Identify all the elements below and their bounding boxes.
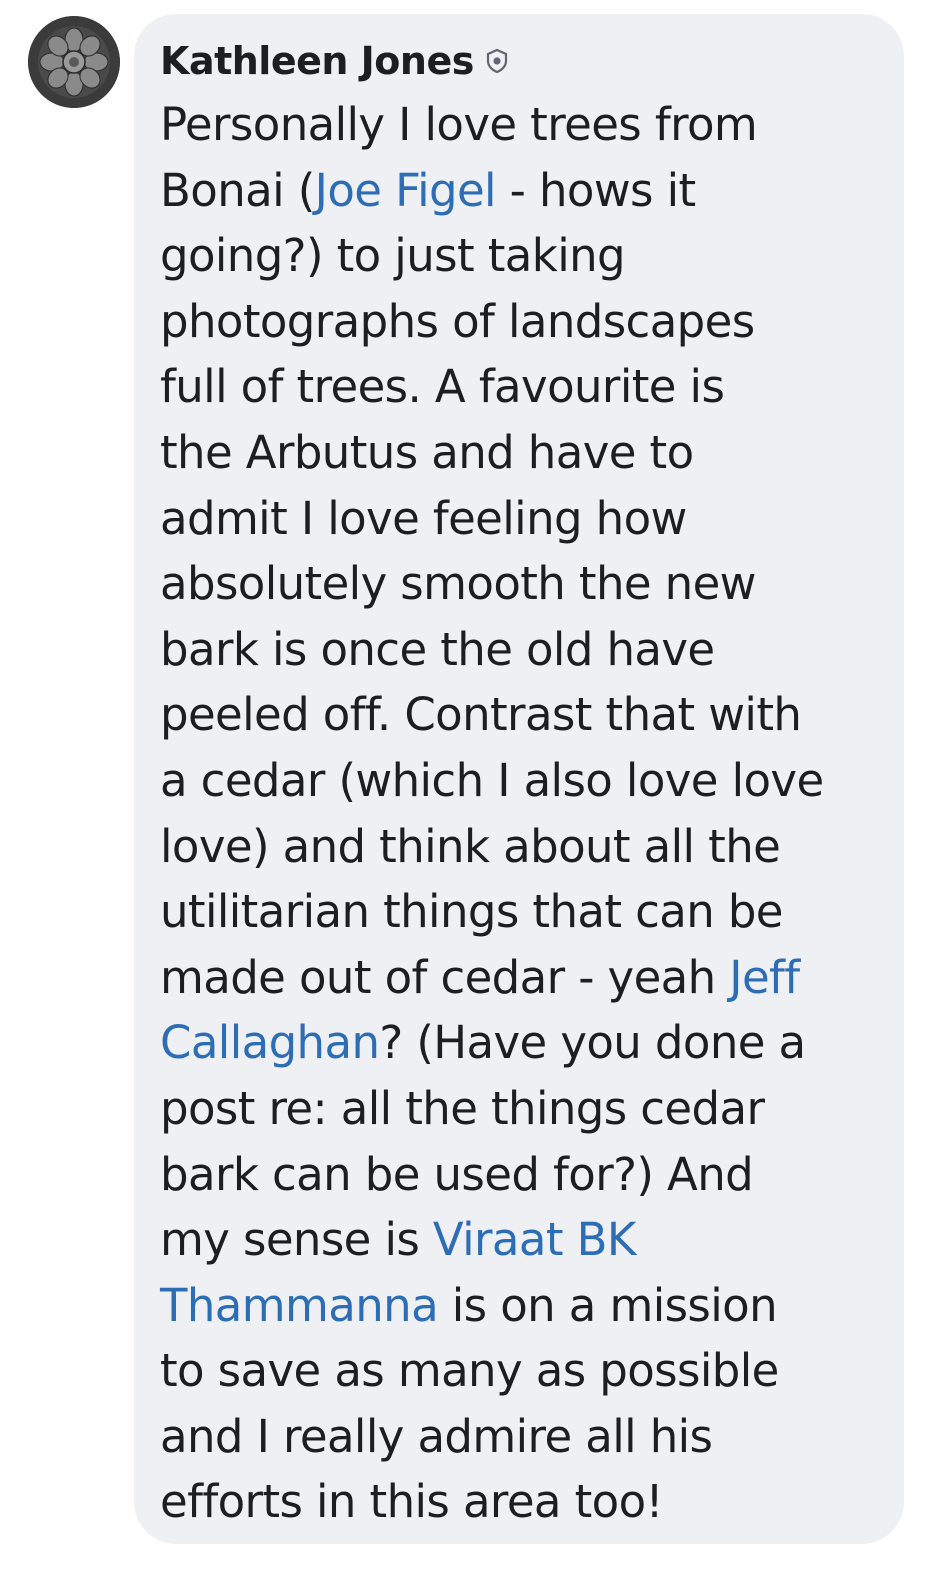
comment-text-segment: ? (Have you done a bbox=[379, 1016, 806, 1070]
comment-text-line: efforts in this area too! bbox=[160, 1469, 880, 1535]
comment-text-line: post re: all the things cedar bbox=[160, 1076, 880, 1142]
comment-text-segment: a cedar (which I also love love bbox=[160, 753, 824, 807]
mention-link[interactable]: Callaghan bbox=[160, 1016, 380, 1069]
author-name[interactable]: Kathleen Jones bbox=[160, 39, 474, 83]
comment-text-line: my sense is Viraat BK bbox=[160, 1207, 880, 1273]
comment-text-line: peeled off. Contrast that with bbox=[160, 682, 880, 748]
shield-badge-icon[interactable] bbox=[484, 48, 510, 74]
comment-text-line: love) and think about all the bbox=[160, 814, 880, 880]
comment-text-line: and I really admire all his bbox=[160, 1404, 880, 1470]
comment-text-segment: efforts in this area too! bbox=[160, 1475, 664, 1529]
comment-text-segment: peeled off. Contrast that with bbox=[160, 688, 802, 742]
mention-link[interactable]: Joe Figel bbox=[315, 164, 497, 217]
comment-text-segment: my sense is bbox=[160, 1213, 433, 1267]
comment-text-line: admit I love feeling how bbox=[160, 486, 880, 552]
comment-text-segment: Personally I love trees from bbox=[160, 98, 758, 151]
comment-text-line: a cedar (which I also love love bbox=[160, 748, 880, 814]
comment-text-segment: is on a mission bbox=[438, 1278, 778, 1332]
comment-text-line: Callaghan? (Have you done a bbox=[160, 1010, 880, 1076]
rosette-medallion-icon bbox=[28, 16, 120, 108]
comment-text-segment: bark is once the old have bbox=[160, 622, 715, 676]
comment-text-line: photographs of landscapes bbox=[160, 289, 880, 355]
comment-body: Personally I love trees from Bonai (Joe F… bbox=[160, 92, 880, 1535]
comment-text-segment: post re: all the things cedar bbox=[160, 1081, 765, 1135]
comment-text-segment: going?) to just taking bbox=[160, 229, 626, 283]
comment-text-line: full of trees. A favourite is bbox=[160, 354, 880, 420]
mention-link[interactable]: Thammanna bbox=[160, 1279, 439, 1332]
comment-text-line: the Arbutus and have to bbox=[160, 420, 880, 486]
comment-text-line: going?) to just taking bbox=[160, 223, 880, 289]
comment-text-segment: the Arbutus and have to bbox=[160, 425, 694, 479]
comment-text-segment: Bonai ( bbox=[160, 163, 315, 217]
comment-text-segment: photographs of landscapes bbox=[160, 294, 755, 348]
comment-text-segment: and I really admire all his bbox=[160, 1409, 713, 1463]
comment-text-line: made out of cedar - yeah Jeff bbox=[160, 945, 880, 1011]
comment-text-line: Thammanna is on a mission bbox=[160, 1273, 880, 1339]
comment-text-segment: made out of cedar - yeah bbox=[160, 950, 730, 1004]
avatar[interactable] bbox=[28, 16, 120, 108]
comment-text-segment: utilitarian things that can be bbox=[160, 885, 783, 939]
comment-text-line: bark is once the old have bbox=[160, 617, 880, 683]
comment-text-segment: admit I love feeling how bbox=[160, 491, 687, 545]
comment-text-segment: to save as many as possible bbox=[160, 1344, 779, 1398]
comment-text-line: bark can be used for?) And bbox=[160, 1142, 880, 1208]
comment-text-segment: love) and think about all the bbox=[160, 819, 781, 873]
comment-text-line: to save as many as possible bbox=[160, 1338, 880, 1404]
mention-link[interactable]: Viraat BK bbox=[433, 1213, 636, 1266]
comment-text-line: absolutely smooth the new bbox=[160, 551, 880, 617]
comment-text-segment: full of trees. A favourite is bbox=[160, 360, 725, 414]
comment-text-line: Personally I love trees from bbox=[160, 92, 880, 158]
comment-text-line: Bonai (Joe Figel - hows it bbox=[160, 158, 880, 224]
comment-header: Kathleen Jones bbox=[160, 34, 510, 88]
comment-text-line: utilitarian things that can be bbox=[160, 879, 880, 945]
comment-text-segment: - hows it bbox=[495, 163, 697, 217]
comment-text-segment: bark can be used for?) And bbox=[160, 1147, 754, 1201]
mention-link[interactable]: Jeff bbox=[729, 951, 800, 1004]
comment-text-segment: absolutely smooth the new bbox=[160, 557, 756, 611]
